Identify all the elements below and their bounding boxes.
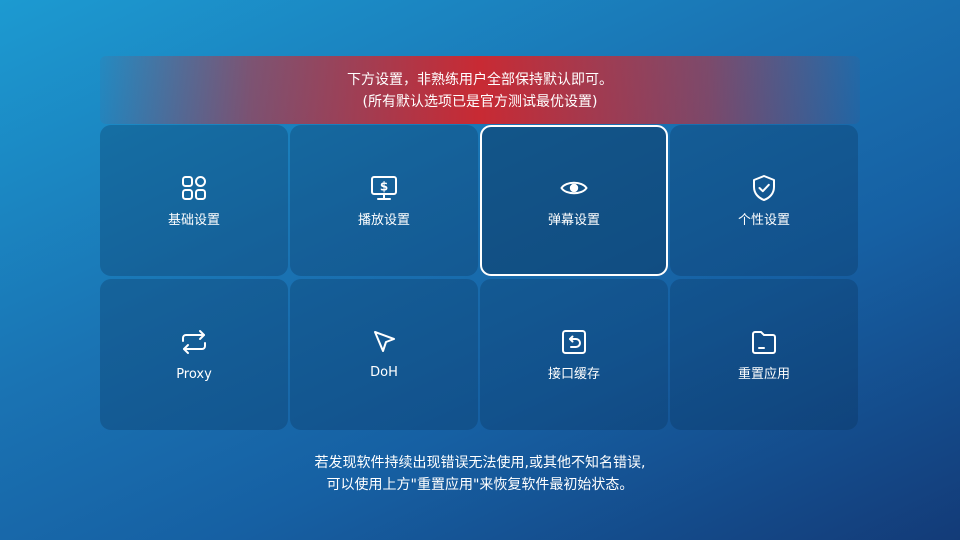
reset-notice: 若发现软件持续出现错误无法使用,或其他不知名错误, 可以使用上方"重置应用"来恢… [0, 452, 960, 496]
banner-line-2: (所有默认选项已是官方测试最优设置) [362, 94, 598, 110]
tile-label: 弹幕设置 [547, 213, 600, 228]
tile-proxy[interactable]: Proxy [100, 279, 288, 430]
notice-line-2: 可以使用上方"重置应用"来恢复软件最初始状态。 [326, 477, 634, 493]
settings-grid: 基础设置 $ 播放设置 弹幕设置 个性设置 Proxy DoH 接口缓存 重置应… [100, 125, 860, 431]
notice-line-1: 若发现软件持续出现错误无法使用,或其他不知名错误, [314, 455, 646, 471]
warning-banner: 下方设置，非熟练用户全部保持默认即可。 (所有默认选项已是官方测试最优设置) [100, 56, 860, 124]
grid-icon [179, 173, 209, 203]
tile-label: 个性设置 [737, 213, 790, 228]
tile-playback-settings[interactable]: $ 播放设置 [290, 125, 478, 276]
tile-label: 重置应用 [737, 367, 790, 382]
banner-line-1: 下方设置，非熟练用户全部保持默认即可。 [347, 72, 613, 88]
repeat-icon [179, 327, 209, 357]
tile-label: DoH [370, 365, 398, 380]
tile-personal-settings[interactable]: 个性设置 [670, 125, 858, 276]
monitor-dollar-icon: $ [369, 173, 399, 203]
eye-icon [559, 173, 589, 203]
tile-basic-settings[interactable]: 基础设置 [100, 125, 288, 276]
tile-label: Proxy [176, 367, 212, 382]
tile-reset-app[interactable]: 重置应用 [670, 279, 858, 430]
folder-icon [749, 327, 779, 357]
cursor-icon [369, 327, 399, 357]
tile-doh[interactable]: DoH [290, 279, 478, 430]
svg-text:$: $ [380, 180, 388, 194]
tile-label: 播放设置 [357, 213, 410, 228]
tile-api-cache[interactable]: 接口缓存 [480, 279, 668, 430]
tile-label: 接口缓存 [547, 367, 600, 382]
tile-danmaku-settings[interactable]: 弹幕设置 [480, 125, 668, 276]
tile-label: 基础设置 [167, 213, 220, 228]
shield-check-icon [749, 173, 779, 203]
undo-box-icon [559, 327, 589, 357]
